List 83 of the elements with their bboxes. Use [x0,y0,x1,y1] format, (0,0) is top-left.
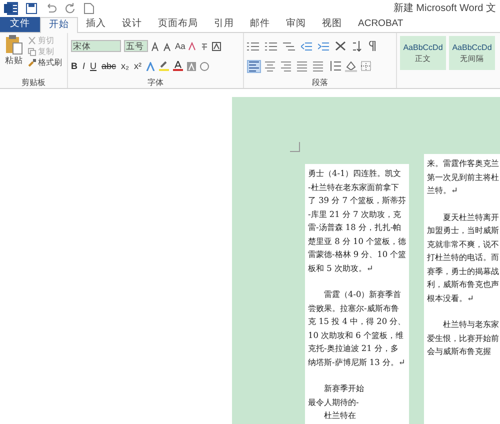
body-text-line: 10 次助攻和 6 个篮板，维 [308,328,404,342]
body-text-line: 赛季，勇士的揭幕战 [427,264,497,278]
distribute-button[interactable] [311,60,325,72]
grow-font-icon[interactable] [151,42,160,50]
body-text-line: 楚里亚 8 分 10 个篮板，德 [308,234,406,248]
group-label: 字体 [146,77,164,88]
body-text-line: 克托-奥拉迪波 21 分，多 [308,342,400,355]
body-text-line: -库里 21 分 7 次助攻，克 [308,208,402,220]
body-text-line: 尝败果。拉塞尔-威斯布鲁 [308,302,400,314]
shrink-font-icon[interactable] [163,42,172,50]
decrease-indent-icon[interactable] [301,42,312,50]
multilevel-list-icon[interactable] [283,42,295,50]
format-painter-button[interactable]: 格式刷 [28,57,62,68]
ribbon-tab[interactable]: 邮件 [242,17,278,32]
numbering-icon[interactable] [265,42,277,50]
bullets-icon[interactable] [247,42,259,50]
body-text-line: 爱生恨，比赛开始前 [427,332,497,344]
format-button[interactable]: U [90,61,97,71]
document-icon[interactable] [84,3,94,14]
format-button[interactable]: x₂ [121,61,130,71]
change-case-button[interactable]: Aa [175,41,186,51]
paragraph-mark-icon[interactable] [368,41,376,51]
body-text-line: 根本没看。↵ [427,292,475,304]
copy-icon [28,48,36,56]
increase-indent-icon[interactable] [318,42,329,50]
highlighter-icon[interactable] [158,61,169,71]
ribbon-tab[interactable]: 视图 [314,17,350,32]
body-text-line: 打杜兰特的电话。而 [427,251,497,264]
ribbon-tab[interactable]: 页面布局 [150,17,206,32]
center-button[interactable] [263,60,277,72]
body-text-line: 雷蒙德-格林 9 分、10 个篮 [308,248,406,261]
font-color-icon[interactable] [172,61,183,71]
body-text-line: 兰特。↵ [427,184,459,197]
body-text-line: 夏天杜兰特离开 [442,210,497,224]
body-text-line: 板和 5 次助攻。↵ [308,262,374,274]
file-tab[interactable]: 文件 [0,17,40,32]
sort-icon[interactable] [352,40,362,52]
format-button[interactable]: x² [134,61,142,71]
body-text-line: 第一次见到前主将杜 [427,170,497,184]
body-text-line: 了 39 分 7 个篮板，斯蒂芬 [308,194,406,207]
body-text-line: 最令人期待的- [308,396,360,408]
ribbon-tab[interactable]: 设计 [114,17,150,32]
save-icon[interactable] [26,3,37,14]
body-text-line: 杜兰特在 [323,409,357,422]
font-name-field[interactable]: 宋体 [71,40,121,52]
body-text-line: 勇士（4-1）四连胜。凯文 [308,167,402,180]
ribbon-tab[interactable]: ACROBAT [350,17,412,32]
body-text-line: 雷霆（4-0）新赛季首 [323,288,402,301]
format-button[interactable]: I [82,61,86,71]
body-text-line: 克 15 投 4 中，得 20 分、 [308,315,406,328]
undo-icon[interactable] [45,3,57,14]
align-left-button[interactable] [247,60,261,72]
group-label: 段落 [311,77,329,88]
redo-icon[interactable] [65,3,76,14]
paste-button[interactable]: 粘贴 [3,35,25,77]
brush-icon [28,58,36,66]
font-size-field[interactable]: 五号 [124,40,148,52]
format-button[interactable]: B [71,61,78,71]
ribbon-tab[interactable]: 引用 [206,17,242,32]
body-text-line: 加盟勇士，当时威斯 [427,224,497,237]
body-text-line: 克就非常不爽，说不 [427,238,497,250]
body-text-line: 杜兰特与老东家 [442,318,497,331]
body-text-line: -杜兰特在老东家面前拿下 [308,180,400,194]
scissors-icon [28,36,36,44]
format-button[interactable]: abc [102,61,116,71]
ribbon-tab[interactable]: 插入 [78,17,114,32]
group-label: 剪贴板 [20,77,46,88]
borders-icon[interactable] [361,61,371,71]
body-text-line: 利，威斯布鲁克也声 [427,278,497,291]
body-text-line: 雷-汤普森 18 分，扎扎-帕 [308,221,402,234]
window-title: 新建 Microsoft Word 文 [393,2,496,16]
ribbon-tab[interactable]: 开始 [40,17,78,33]
line-spacing-icon[interactable] [329,61,341,71]
ribbon-tab[interactable]: 审阅 [278,17,314,32]
align-right-button[interactable] [279,60,293,72]
body-text-line: 会与威斯布鲁克握 [427,345,492,358]
body-text-line: 新赛季开始 [323,382,365,395]
character-shading-icon[interactable] [186,62,196,70]
character-border-icon[interactable] [212,42,222,50]
body-text-line: 纳塔斯-萨博尼斯 13 分。↵ [308,356,406,368]
shading-icon[interactable] [345,60,357,72]
justify-button[interactable] [295,60,309,72]
body-text-line: 来。雷霆作客奥克兰 [427,157,497,170]
